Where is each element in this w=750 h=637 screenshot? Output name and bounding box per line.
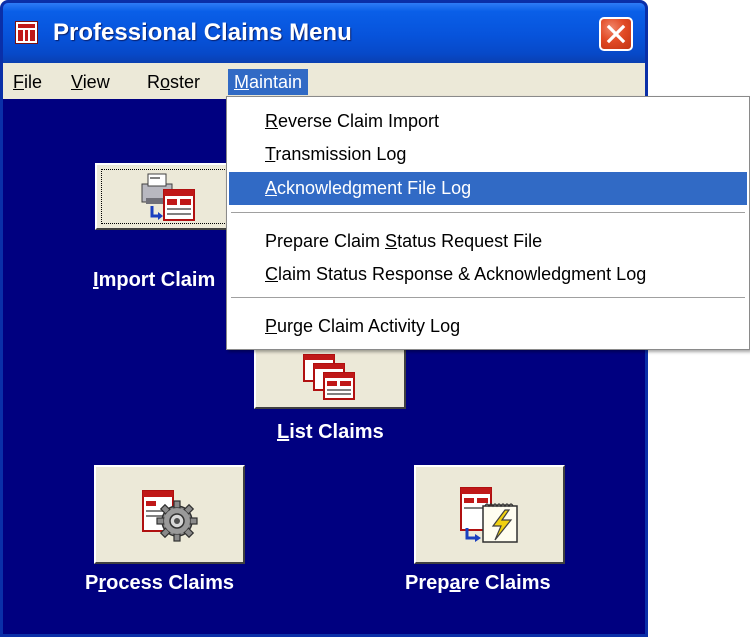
close-button[interactable] xyxy=(599,17,633,51)
window-title: Professional Claims Menu xyxy=(53,19,352,46)
prepare-claims-label: Prepare Claims xyxy=(405,572,551,594)
maintain-dropdown-menu: Reverse Claim Import Transmission Log Ac… xyxy=(226,96,750,350)
title-bar[interactable]: Professional Claims Menu xyxy=(3,3,645,63)
prepare-claims-button[interactable] xyxy=(414,465,565,564)
menu-roster[interactable]: Roster xyxy=(141,69,206,95)
menu-bar: File View Roster Maintain xyxy=(3,63,645,99)
menuitem-acknowledgment-file-log[interactable]: Acknowledgment File Log xyxy=(229,172,747,205)
menu-separator xyxy=(231,297,745,298)
menuitem-reverse-claim-import[interactable]: Reverse Claim Import xyxy=(229,105,747,138)
gear-form-icon xyxy=(141,489,198,542)
printer-import-icon xyxy=(141,173,195,221)
stacked-forms-icon xyxy=(303,354,355,400)
list-claims-button[interactable] xyxy=(254,347,406,409)
menuitem-transmission-log[interactable]: Transmission Log xyxy=(229,138,747,171)
menuitem-claim-status-response-log[interactable]: Claim Status Response & Acknowledgment L… xyxy=(229,258,747,291)
menu-maintain[interactable]: Maintain xyxy=(228,69,309,95)
menu-file[interactable]: File xyxy=(7,69,48,95)
import-claims-label: Import Claim xyxy=(93,269,216,291)
form-lightning-icon xyxy=(459,486,518,543)
process-claims-label: Process Claims xyxy=(85,572,234,594)
menu-separator xyxy=(231,212,745,213)
app-icon[interactable] xyxy=(15,21,38,44)
close-icon xyxy=(606,24,626,44)
menuitem-purge-claim-activity-log[interactable]: Purge Claim Activity Log xyxy=(229,310,747,343)
process-claims-button[interactable] xyxy=(94,465,245,564)
menu-view[interactable]: View xyxy=(65,69,116,95)
menuitem-prepare-claim-status-request-file[interactable]: Prepare Claim Status Request File xyxy=(229,225,747,258)
import-claims-button[interactable] xyxy=(95,163,241,230)
list-claims-label: List Claims xyxy=(277,421,384,443)
